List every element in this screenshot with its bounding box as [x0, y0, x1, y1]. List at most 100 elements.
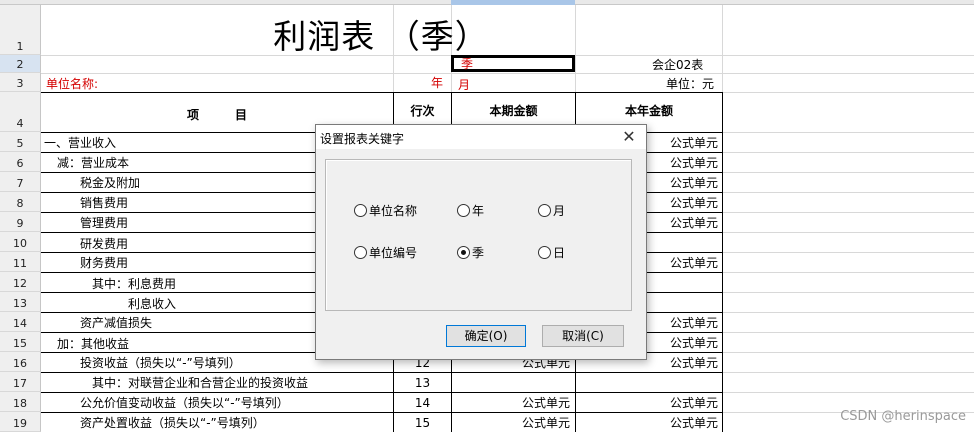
row-header-13[interactable]: 13	[0, 292, 41, 312]
row-number: 11	[13, 257, 27, 270]
grid-line	[722, 152, 974, 153]
table-border	[722, 92, 723, 432]
row-number: 1	[16, 40, 24, 53]
quarter-cell: 季	[461, 57, 474, 71]
row-label: 税金及附加	[80, 176, 141, 190]
radio-checked-icon	[457, 246, 470, 259]
keyword-options-group: 单位名称 年 月 单位编号 季 日	[325, 159, 632, 311]
row-header-7[interactable]: 7	[0, 172, 41, 192]
radio-label: 月	[553, 204, 566, 218]
row-header-5[interactable]: 5	[0, 132, 41, 152]
row-header-12[interactable]: 12	[0, 272, 41, 292]
row-number: 16	[13, 357, 27, 370]
grid-line	[722, 352, 974, 353]
row-header-4[interactable]: 4	[0, 92, 41, 132]
row-number: 17	[13, 377, 27, 390]
radio-label: 年	[472, 204, 485, 218]
selected-column-header[interactable]	[451, 0, 575, 5]
ok-button[interactable]: 确定(O)	[446, 325, 526, 347]
row-header-18[interactable]: 18	[0, 392, 41, 412]
header-ytd: 本年金额	[624, 104, 673, 118]
row-header-1[interactable]: 1	[0, 5, 41, 55]
grid-line	[722, 212, 974, 213]
table-border	[41, 392, 722, 393]
radio-day[interactable]: 日	[538, 244, 565, 261]
radio-circle-icon	[354, 246, 367, 259]
row-number: 5	[16, 137, 24, 150]
header-current: 本期金额	[489, 104, 538, 118]
radio-month[interactable]: 月	[538, 202, 565, 219]
row-number: 10	[13, 237, 27, 250]
row-header-16[interactable]: 16	[0, 352, 41, 372]
radio-circle-icon	[457, 204, 470, 217]
row-number: 8	[16, 197, 24, 210]
radio-circle-icon	[354, 204, 367, 217]
grid-line	[722, 272, 974, 273]
row-label: 销售费用	[80, 196, 129, 210]
row-label: 资产处置收益（损失以“-”号填列）	[80, 416, 265, 430]
row-header-17[interactable]: 17	[0, 372, 41, 392]
radio-label: 单位编号	[369, 246, 418, 260]
table-border	[41, 92, 722, 93]
row-label: 公允价值变动收益（损失以“-”号填列）	[80, 396, 289, 410]
radio-unit-code[interactable]: 单位编号	[354, 244, 417, 261]
row-number: 13	[13, 297, 27, 310]
row-number: 15	[13, 337, 27, 350]
radio-label: 季	[472, 246, 485, 260]
close-icon[interactable]: ✕	[620, 127, 638, 147]
row-header-8[interactable]: 8	[0, 192, 41, 212]
grid-line	[722, 252, 974, 253]
grid-line	[722, 292, 974, 293]
row-label: 其中：利息费用	[92, 277, 177, 291]
report-title: 利润表 （季）	[273, 17, 489, 56]
radio-label: 日	[553, 246, 566, 260]
grid-line	[722, 392, 974, 393]
currency-label: 单位：元	[666, 77, 715, 91]
row-number: 7	[16, 177, 24, 190]
dialog-title-bar[interactable]: 设置报表关键字 ✕	[316, 125, 646, 149]
cancel-button[interactable]: 取消(C)	[542, 325, 624, 347]
radio-quarter[interactable]: 季	[457, 244, 484, 261]
header-item: 项 目	[186, 108, 247, 122]
year-label: 年	[431, 76, 444, 90]
row-line-no: 13	[414, 376, 431, 390]
row-label: 研发费用	[80, 237, 129, 251]
row-ytd: 公式单元	[669, 416, 718, 430]
row-header-15[interactable]: 15	[0, 332, 41, 352]
row-label: 其中：对联营企业和合营企业的投资收益	[92, 376, 309, 390]
row-line-no: 14	[414, 396, 431, 410]
row-current: 公式单元	[521, 396, 570, 410]
radio-year[interactable]: 年	[457, 202, 484, 219]
row-header-3[interactable]: 3	[0, 73, 41, 92]
month-label: 月	[458, 78, 471, 92]
radio-circle-icon	[538, 246, 551, 259]
row-header-2[interactable]: 2	[0, 55, 41, 73]
set-report-keyword-dialog: 设置报表关键字 ✕ 单位名称 年 月 单位编号 季 日 确定(O) 取消(C)	[315, 124, 647, 360]
row-number: 6	[16, 157, 24, 170]
row-label: 一、营业收入	[44, 136, 117, 150]
row-header-6[interactable]: 6	[0, 152, 41, 172]
row-header-14[interactable]: 14	[0, 312, 41, 332]
row-header-10[interactable]: 10	[0, 232, 41, 252]
radio-unit-name[interactable]: 单位名称	[354, 202, 417, 219]
row-number: 4	[16, 117, 24, 130]
row-number: 14	[13, 317, 27, 330]
row-header-9[interactable]: 9	[0, 212, 41, 232]
row-number: 2	[16, 58, 24, 71]
row-header-19[interactable]: 19	[0, 412, 41, 432]
radio-circle-icon	[538, 204, 551, 217]
row-header-11[interactable]: 11	[0, 252, 41, 272]
grid-line	[722, 312, 974, 313]
row-number: 9	[16, 217, 24, 230]
watermark: CSDN @herinspace	[840, 409, 966, 424]
row-number: 12	[13, 277, 27, 290]
row-number: 18	[13, 397, 27, 410]
grid-line	[41, 73, 974, 74]
row-number: 19	[13, 417, 27, 430]
form-number: 会企02表	[652, 58, 704, 72]
row-number: 3	[16, 77, 24, 90]
header-line-no: 行次	[410, 104, 435, 118]
table-border	[41, 412, 722, 413]
row-label: 管理费用	[80, 216, 129, 230]
grid-line	[722, 372, 974, 373]
